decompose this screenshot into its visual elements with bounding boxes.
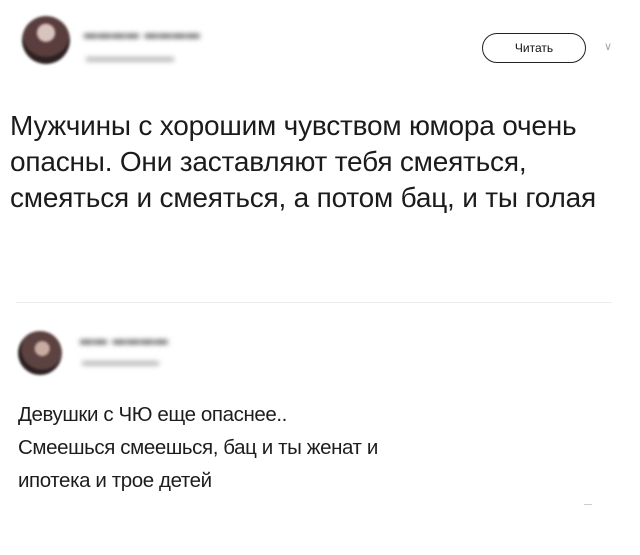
divider bbox=[16, 302, 612, 303]
author-name-blurred: ▬▬ ▬▬▬▬ bbox=[80, 332, 169, 347]
chevron-down-icon[interactable]: ∨ bbox=[600, 38, 616, 54]
tweet-text: Мужчины с хорошим чувством юмора очень о… bbox=[10, 110, 596, 213]
reply-line: Девушки с ЧЮ еще опаснее.. bbox=[18, 403, 287, 426]
avatar[interactable] bbox=[18, 331, 62, 375]
divider bbox=[584, 504, 592, 505]
author-handle-blurred: ▬▬▬▬▬▬▬▬ bbox=[86, 52, 174, 64]
reply-line: Смеешься смеешься, бац и ты женат и bbox=[18, 436, 378, 459]
follow-button[interactable]: Читать bbox=[482, 33, 586, 63]
author-name-blurred: ▬▬▬▬ ▬▬▬▬ bbox=[84, 26, 201, 41]
reply-text: Девушки с ЧЮ еще опаснее.. Смеешься смее… bbox=[18, 398, 618, 497]
tweet: ▬▬▬▬ ▬▬▬▬ ▬▬▬▬▬▬▬▬ Читать ∨ Мужчины с хо… bbox=[0, 0, 640, 300]
author-handle-blurred: ▬▬▬▬▬▬▬ bbox=[82, 356, 159, 368]
reply-line: ипотека и трое детей bbox=[18, 469, 212, 492]
avatar[interactable] bbox=[22, 16, 70, 64]
